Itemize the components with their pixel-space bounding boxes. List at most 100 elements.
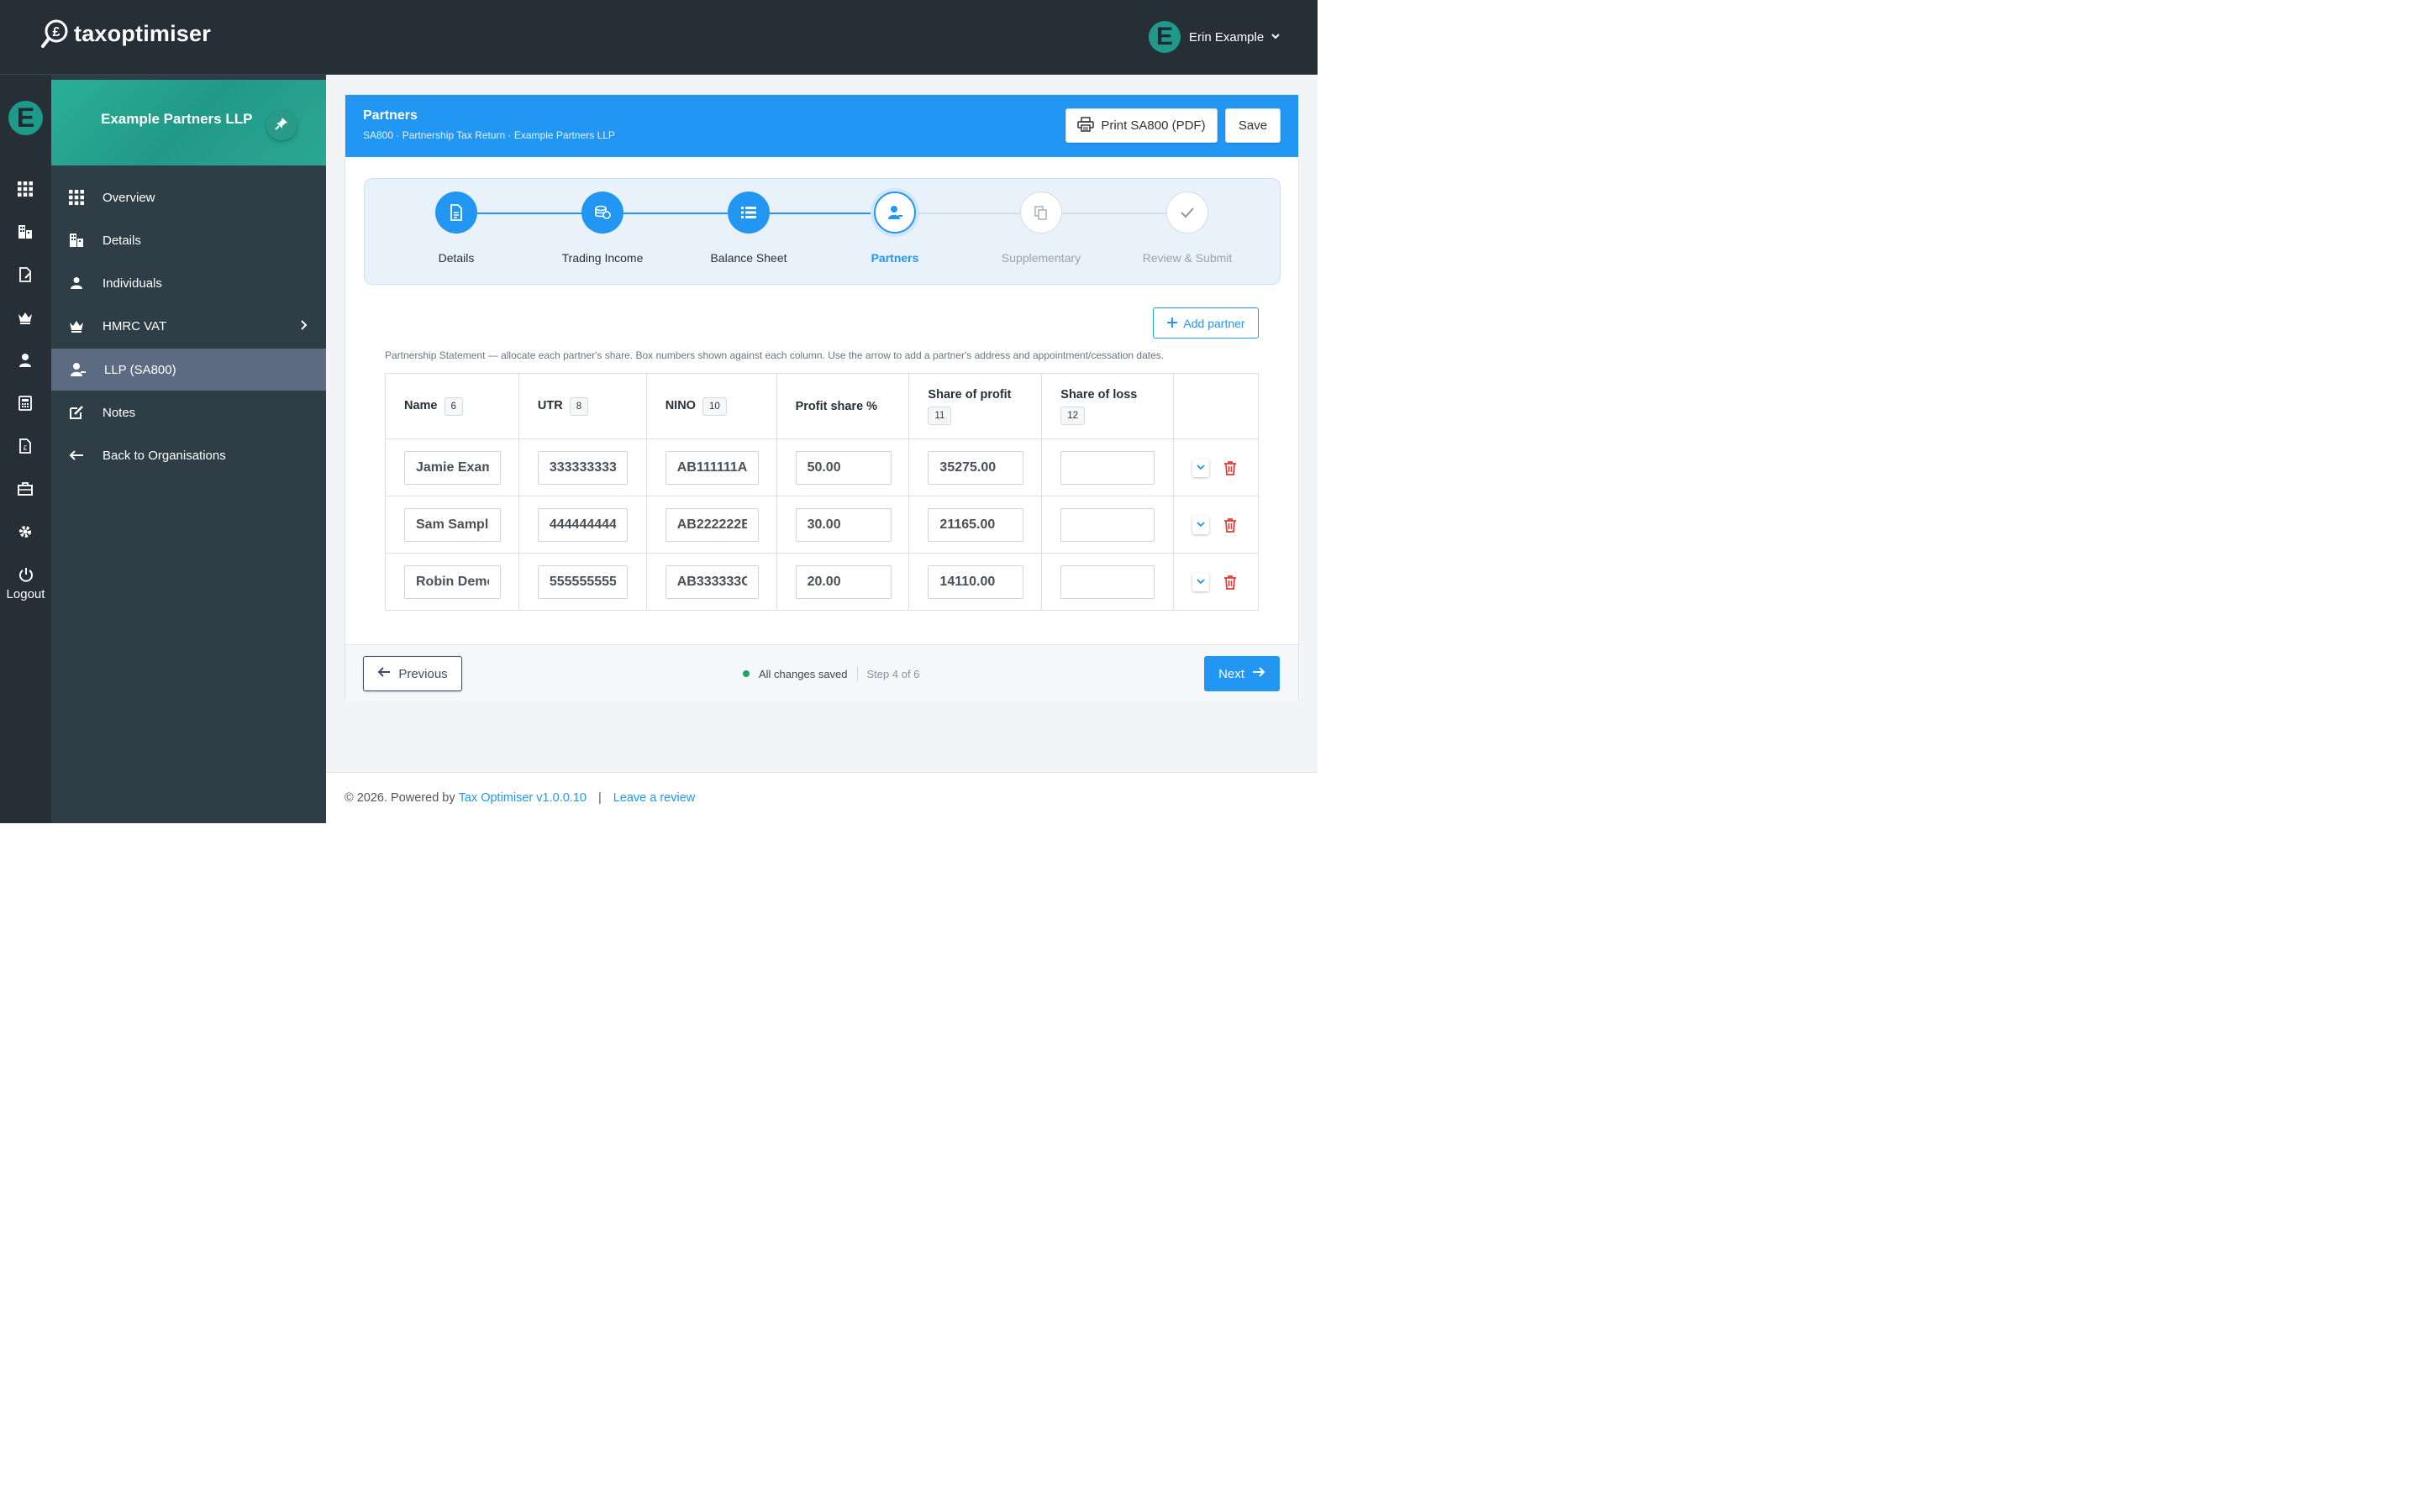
- column-header-name: Name 6: [385, 373, 519, 439]
- share-of-loss-input[interactable]: [1060, 564, 1155, 599]
- step-count: Step 4 of 6: [866, 667, 920, 680]
- coins-icon: [581, 192, 623, 234]
- invoice-icon[interactable]: £: [16, 437, 34, 455]
- profit-share-input[interactable]: [795, 507, 892, 542]
- partner-utr-input[interactable]: [537, 564, 628, 599]
- step-partners[interactable]: Partners: [832, 192, 958, 265]
- logout-button[interactable]: Logout: [0, 567, 51, 601]
- sidebar: Example Partners LLP Overview Details In…: [51, 75, 326, 823]
- building-icon[interactable]: [16, 223, 34, 241]
- sidebar-item-overview[interactable]: Overview: [51, 176, 326, 218]
- crown-icon[interactable]: [16, 308, 34, 327]
- expand-row-button[interactable]: [1192, 458, 1210, 477]
- pin-button[interactable]: [266, 110, 297, 140]
- progress-stepper: Details Trading Income Balance Sheet Par…: [364, 178, 1281, 285]
- partner-name-input[interactable]: [404, 507, 501, 542]
- box-number-badge: 6: [444, 396, 463, 416]
- profit-share-input[interactable]: [795, 564, 892, 599]
- share-of-profit-input[interactable]: [928, 507, 1024, 542]
- footer-divider: |: [597, 791, 602, 805]
- logout-label: Logout: [6, 587, 45, 601]
- list-icon: [728, 192, 770, 234]
- briefcase-icon[interactable]: [16, 480, 34, 498]
- partners-icon: [70, 361, 87, 378]
- share-of-loss-input[interactable]: [1060, 507, 1155, 542]
- table-row: [385, 496, 1259, 554]
- top-bar: £ taxoptimiser E Erin Example: [0, 0, 1318, 75]
- step-supplementary[interactable]: Supplementary: [978, 192, 1104, 265]
- sidebar-item-llp-sa800[interactable]: LLP (SA800): [51, 349, 326, 391]
- person-badge-icon[interactable]: [16, 351, 34, 370]
- step-label: Partners: [871, 251, 919, 265]
- user-initial: E: [1155, 23, 1173, 50]
- previous-button[interactable]: Previous: [363, 656, 462, 691]
- box-number-badge: 11: [928, 406, 952, 425]
- sidebar-item-label: Individuals: [103, 276, 162, 291]
- step-review-submit[interactable]: Review & Submit: [1124, 192, 1250, 265]
- edit-icon: [68, 404, 85, 421]
- share-of-profit-input[interactable]: [928, 564, 1024, 599]
- product-version-link[interactable]: Tax Optimiser v1.0.0.10: [459, 791, 587, 805]
- partner-nino-input[interactable]: [665, 450, 759, 485]
- step-label: Supplementary: [1001, 251, 1081, 265]
- trash-icon: [1224, 575, 1237, 590]
- column-header-utr: UTR 8: [518, 373, 647, 439]
- sidebar-item-notes[interactable]: Notes: [51, 391, 326, 433]
- save-button[interactable]: Save: [1225, 108, 1281, 143]
- add-partner-button[interactable]: Add partner: [1153, 307, 1259, 339]
- delete-row-button[interactable]: [1221, 459, 1239, 477]
- column-header-actions: [1173, 373, 1259, 439]
- main-content: Partners SA800 · Partnership Tax Return …: [326, 75, 1318, 772]
- add-partner-label: Add partner: [1183, 316, 1245, 330]
- sidebar-item-details[interactable]: Details: [51, 219, 326, 261]
- document-edit-icon[interactable]: [16, 265, 34, 284]
- copyright-text: © 2026. Powered by: [345, 791, 455, 805]
- svg-text:£: £: [24, 444, 28, 452]
- sidebar-item-label: Back to Organisations: [103, 448, 226, 463]
- gear-icon[interactable]: [16, 522, 34, 541]
- delete-row-button[interactable]: [1221, 573, 1239, 591]
- step-trading-income[interactable]: Trading Income: [539, 192, 666, 265]
- sidebar-item-hmrc-vat[interactable]: HMRC VAT: [51, 305, 326, 347]
- grid-icon: [68, 189, 85, 206]
- step-balance-sheet[interactable]: Balance Sheet: [686, 192, 812, 265]
- save-status: All changes saved Step 4 of 6: [743, 666, 919, 681]
- card-footer: Previous All changes saved Step 4 of 6 N…: [345, 644, 1298, 701]
- step-details[interactable]: Details: [393, 192, 519, 265]
- page-subtitle: SA800 · Partnership Tax Return · Example…: [363, 129, 615, 141]
- step-label: Details: [438, 251, 475, 265]
- sidebar-item-label: Notes: [103, 405, 136, 420]
- page-title: Partners: [363, 108, 418, 123]
- user-menu[interactable]: E Erin Example: [1149, 21, 1281, 53]
- partner-name-input[interactable]: [404, 564, 501, 599]
- next-button[interactable]: Next: [1204, 656, 1280, 691]
- partnership-statement-help: Partnership Statement — allocate each pa…: [385, 349, 1165, 361]
- expand-row-button[interactable]: [1192, 515, 1210, 534]
- share-of-loss-input[interactable]: [1060, 450, 1155, 485]
- print-sa800-button[interactable]: Print SA800 (PDF): [1065, 108, 1218, 143]
- partners-card: Partners SA800 · Partnership Tax Return …: [345, 94, 1299, 701]
- expand-row-button[interactable]: [1192, 572, 1210, 591]
- partner-nino-input[interactable]: [665, 564, 759, 599]
- column-header-share-of-loss: Share of loss 12: [1041, 373, 1175, 439]
- box-number-badge: 8: [569, 396, 589, 416]
- page-footer: © 2026. Powered by Tax Optimiser v1.0.0.…: [326, 772, 1318, 823]
- arrow-left-icon: [377, 666, 398, 681]
- partner-name-input[interactable]: [404, 450, 501, 485]
- sidebar-item-label: Details: [103, 233, 141, 248]
- partner-utr-input[interactable]: [537, 507, 628, 542]
- calculator-icon[interactable]: [16, 394, 34, 412]
- sidebar-item-back-to-organisations[interactable]: Back to Organisations: [51, 434, 326, 476]
- brand-logo[interactable]: £ taxoptimiser: [40, 18, 211, 49]
- profit-share-input[interactable]: [795, 450, 892, 485]
- table-header-row: Name 6 UTR 8 NINO 10 Profit share % Shar…: [385, 373, 1259, 439]
- delete-row-button[interactable]: [1221, 516, 1239, 534]
- sidebar-item-individuals[interactable]: Individuals: [51, 262, 326, 304]
- partner-nino-input[interactable]: [665, 507, 759, 542]
- partner-utr-input[interactable]: [537, 450, 628, 485]
- leave-review-link[interactable]: Leave a review: [613, 791, 696, 805]
- rail-avatar[interactable]: E: [8, 101, 43, 135]
- share-of-profit-input[interactable]: [928, 450, 1024, 485]
- chevron-down-icon: [1197, 465, 1205, 470]
- grid-icon[interactable]: [16, 180, 34, 198]
